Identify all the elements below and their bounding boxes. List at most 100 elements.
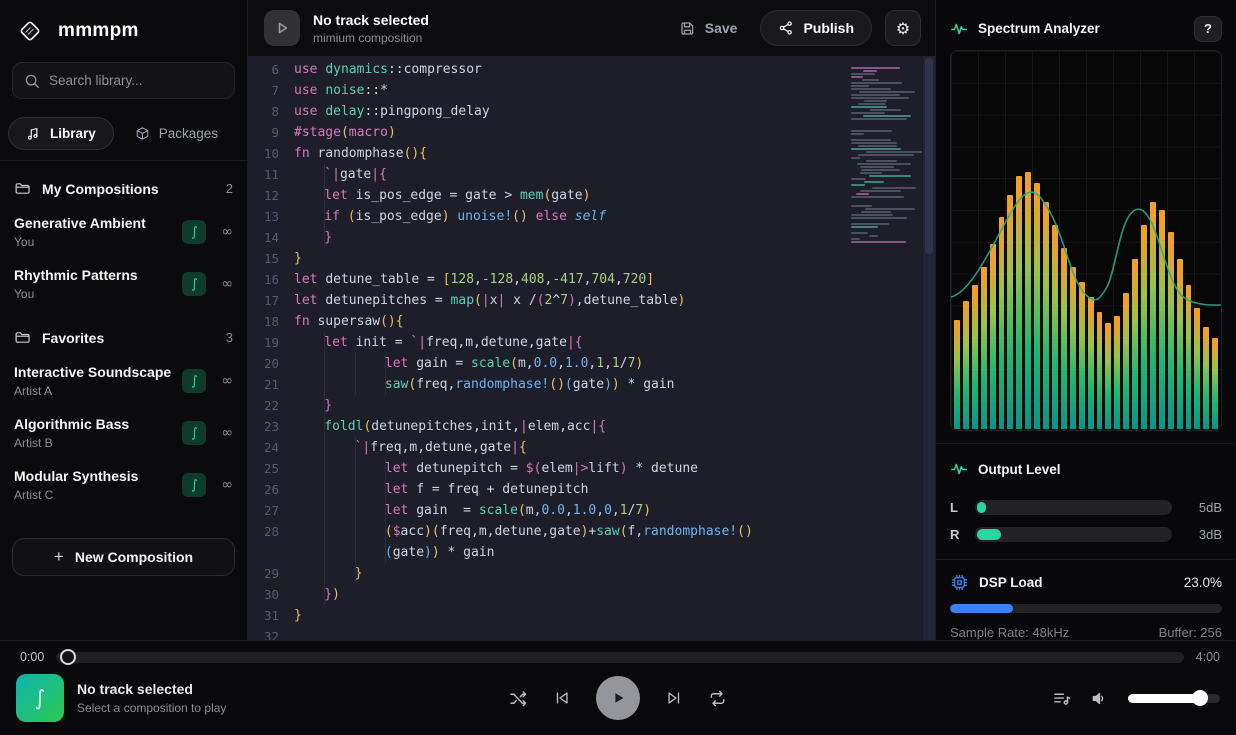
now-playing-info: No track selected Select a composition t… [77,681,226,715]
line-number: 9 [248,122,294,143]
publish-button[interactable]: Publish [760,10,872,46]
tab-library-label: Library [50,126,96,141]
dsp-load-bar [950,604,1222,613]
code-text: let detune_table = [128,-128,408,-417,70… [294,269,654,290]
integral-badge-icon: ∫ [182,421,206,445]
now-playing-subtitle: Select a composition to play [77,701,226,715]
seek-handle[interactable] [60,649,76,665]
code-text: `|gate|{ [294,164,387,185]
code-line: 10fn randomphase(){ [248,143,935,164]
search-input[interactable]: Search library... [12,62,235,99]
panel-divider [936,443,1236,444]
code-line: 30}) [248,584,935,605]
item-artist: Artist A [14,384,174,398]
code-text: fn supersaw(){ [294,311,404,332]
composition-list-item[interactable]: Modular SynthesisArtist C∫∞ [0,459,247,511]
output-title: Output Level [978,462,1061,477]
player-right-controls [1052,689,1220,708]
level-meter [975,527,1172,542]
folder-icon [14,180,31,197]
code-line: 7use noise::* [248,80,935,101]
code-text: let is_pos_edge = gate > mem(gate) [294,185,590,206]
level-meter [975,500,1172,515]
line-number: 22 [248,395,294,416]
app-title: mmmpm [58,20,139,42]
code-text: }) [294,584,340,605]
analysis-panel: Spectrum Analyzer ? Output Level L5dBR3d… [935,0,1236,640]
item-artist: Artist B [14,436,174,450]
new-composition-button[interactable]: + New Composition [12,538,235,576]
code-line: 6use dynamics::compressor [248,59,935,80]
search-placeholder: Search library... [49,73,143,88]
preview-play-button[interactable] [264,10,300,46]
volume-slider[interactable] [1128,694,1220,703]
section-title: Favorites [42,330,104,346]
composition-list-item[interactable]: Generative AmbientYou∫∞ [0,206,247,258]
line-number [248,542,294,563]
code-text: } [294,248,302,269]
seek-bar[interactable] [56,652,1183,663]
gear-icon: ⚙ [896,19,910,38]
line-number: 19 [248,332,294,353]
editor-scrollbar-thumb[interactable] [925,58,933,254]
line-number: 13 [248,206,294,227]
repeat-button[interactable] [708,689,727,708]
code-text: use delay::pingpong_delay [294,101,490,122]
folder-icon [14,329,31,346]
volume-handle[interactable] [1192,690,1208,706]
save-icon [679,20,696,37]
composition-list-item[interactable]: Algorithmic BassArtist B∫∞ [0,407,247,459]
app-logo-icon [14,15,46,47]
line-number: 27 [248,500,294,521]
output-header: Output Level [950,450,1222,488]
integral-badge-icon: ∫ [182,220,206,244]
infinity-icon: ∞ [221,276,233,292]
code-line: 17let detunepitches = map(|x| x /(2^7),d… [248,290,935,311]
code-line: 14} [248,227,935,248]
line-number: 17 [248,290,294,311]
integral-badge-icon: ∫ [182,473,206,497]
editor-scrollbar[interactable] [922,56,935,640]
code-editor[interactable]: 6use dynamics::compressor7use noise::*8u… [248,56,935,640]
previous-button[interactable] [553,689,571,707]
composition-list-item[interactable]: Interactive SoundscapeArtist A∫∞ [0,355,247,407]
next-button[interactable] [665,689,683,707]
volume-icon[interactable] [1090,689,1109,708]
code-line: 29} [248,563,935,584]
shuffle-button[interactable] [509,689,528,708]
waveform-icon [950,460,968,478]
queue-icon[interactable] [1052,689,1071,708]
help-button[interactable]: ? [1194,16,1222,42]
code-line: 8use delay::pingpong_delay [248,101,935,122]
code-text: let detunepitch = $(elem|>lift) * detune [294,458,698,479]
level-value: 3dB [1184,527,1222,542]
line-number: 20 [248,353,294,374]
channel-label: L [950,500,963,515]
composition-list-item[interactable]: Rhythmic PatternsYou∫∞ [0,258,247,310]
section-count: 3 [226,330,233,345]
code-text: } [294,395,332,416]
line-number: 30 [248,584,294,605]
tab-packages[interactable]: Packages [118,118,235,149]
volume-fill [1128,694,1200,703]
settings-button[interactable]: ⚙ [885,10,921,46]
main-area: No track selected mimium composition Sav… [248,0,935,640]
dsp-footer: Sample Rate: 48kHz Buffer: 256 [950,625,1222,640]
code-text: saw(freq,randomphase!()(gate)) * gain [294,374,675,395]
channel-label: R [950,527,963,542]
timeline: 0:00 4:00 [0,641,1236,667]
line-number: 26 [248,479,294,500]
line-number: 10 [248,143,294,164]
track-cover: ∫ [16,674,64,722]
line-number: 28 [248,521,294,542]
line-number: 29 [248,563,294,584]
code-text: if (is_pos_edge) unoise!() else self [294,206,606,227]
buffer-label: Buffer: 256 [1159,625,1222,640]
play-button[interactable] [596,676,640,720]
item-artist: Artist C [14,488,174,502]
infinity-icon: ∞ [221,224,233,240]
save-button[interactable]: Save [669,12,748,45]
track-header: No track selected mimium composition [313,12,429,45]
tab-library[interactable]: Library [8,117,114,150]
dsp-load-fill [950,604,1013,613]
